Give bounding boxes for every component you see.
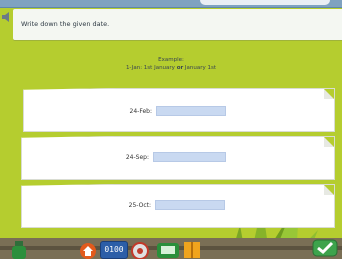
answer-input[interactable] bbox=[153, 152, 226, 162]
question-card: 24-Sep: bbox=[21, 136, 335, 180]
page-curl bbox=[324, 89, 334, 99]
question-label: 24-Sep: bbox=[125, 154, 149, 161]
book-icon[interactable] bbox=[183, 240, 201, 259]
example-title: Example: bbox=[158, 57, 184, 63]
answer-input[interactable] bbox=[155, 200, 225, 210]
clock-display[interactable]: 0100 bbox=[100, 241, 128, 259]
example-line-post: January 1st bbox=[183, 65, 217, 71]
top-bar bbox=[0, 0, 342, 8]
instruction-text: Write down the given date. bbox=[21, 20, 110, 28]
question-card: 25-Oct: bbox=[21, 184, 335, 228]
home-icon[interactable] bbox=[78, 242, 98, 259]
bottle-icon[interactable] bbox=[8, 239, 30, 259]
question-card: 24-Feb: bbox=[23, 88, 335, 132]
speaker-icon[interactable] bbox=[1, 11, 13, 23]
target-icon[interactable] bbox=[130, 242, 150, 259]
clock-text: 0100 bbox=[104, 245, 124, 254]
check-button[interactable] bbox=[312, 239, 338, 257]
question-label: 25-Oct: bbox=[128, 202, 151, 209]
example-line: 1-Jan: 1st January or January 1st bbox=[0, 65, 342, 71]
page-curl bbox=[324, 137, 334, 147]
exercise-screen: Write down the given date. Example: 1-Ja… bbox=[0, 0, 342, 259]
answer-input[interactable] bbox=[156, 106, 226, 116]
monitor-icon[interactable] bbox=[156, 242, 180, 259]
page-curl bbox=[324, 185, 334, 195]
instruction-panel: Write down the given date. bbox=[13, 9, 342, 40]
example-line-pre: 1-Jan: 1st January bbox=[125, 65, 177, 71]
top-bar-tab bbox=[200, 0, 330, 5]
question-label: 24-Feb: bbox=[129, 108, 152, 115]
